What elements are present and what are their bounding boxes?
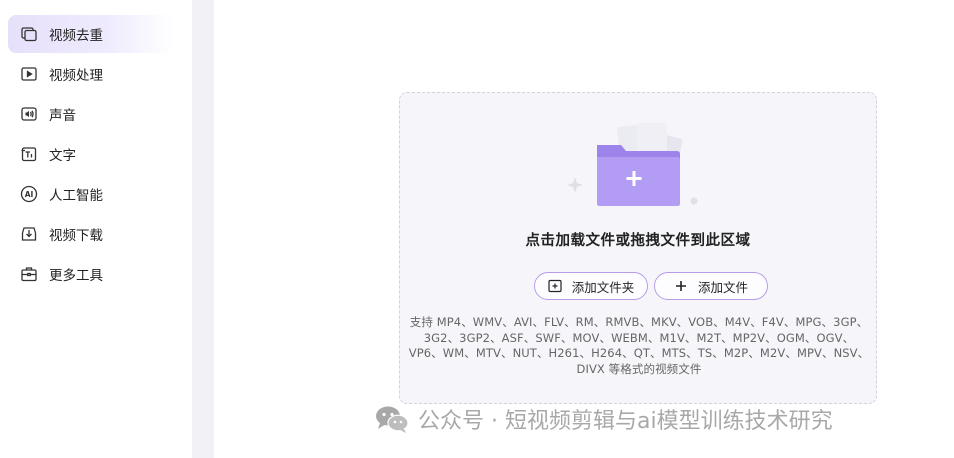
watermark-text: 公众号 · 短视频剪辑与ai模型训练技术研究	[418, 409, 833, 434]
sidebar-item-label: 视频去重	[49, 28, 103, 44]
sidebar-item-video-download[interactable]: 视频下载	[8, 215, 174, 253]
sidebar-item-label: 视频处理	[49, 68, 103, 84]
add-file-button[interactable]: 添加文件	[654, 272, 768, 300]
video-play-icon	[20, 65, 38, 83]
toolbox-icon	[20, 265, 38, 283]
sidebar-item-video-dedup[interactable]: 视频去重	[8, 15, 174, 53]
divider	[192, 0, 214, 458]
file-drop-zone[interactable]: 点击加载文件或拖拽文件到此区域 添加文件夹 添加文件 支持 MP4、WMV、AV…	[399, 92, 877, 404]
sidebar-item-ai[interactable]: AI 人工智能	[8, 175, 174, 213]
sidebar-item-label: 更多工具	[49, 268, 103, 284]
sidebar: 视频去重 视频处理 声音 文字 AI 人工智能 视频下载 更多工具	[0, 0, 192, 458]
add-folder-label: 添加文件夹	[571, 279, 635, 295]
download-icon	[20, 225, 38, 243]
add-folder-icon	[548, 279, 562, 293]
upload-folder-icon[interactable]	[563, 121, 705, 213]
plus-icon	[674, 279, 688, 293]
drop-zone-title: 点击加载文件或拖拽文件到此区域	[525, 233, 751, 249]
watermark: 公众号 · 短视频剪辑与ai模型训练技术研究	[374, 402, 833, 436]
wechat-icon	[374, 405, 410, 433]
add-folder-button[interactable]: 添加文件夹	[534, 272, 648, 300]
video-dedup-icon	[20, 25, 38, 43]
sidebar-item-label: 人工智能	[49, 188, 103, 204]
add-file-label: 添加文件	[697, 279, 748, 295]
sidebar-item-label: 声音	[49, 108, 76, 124]
sidebar-item-label: 视频下载	[49, 228, 103, 244]
text-icon	[20, 145, 38, 163]
ai-icon: AI	[20, 185, 38, 203]
sidebar-item-more-tools[interactable]: 更多工具	[8, 255, 174, 293]
sidebar-item-text[interactable]: 文字	[8, 135, 174, 173]
sidebar-item-audio[interactable]: 声音	[8, 95, 174, 133]
sidebar-item-label: 文字	[49, 148, 76, 164]
svg-text:AI: AI	[25, 190, 34, 199]
sidebar-item-video-process[interactable]: 视频处理	[8, 55, 174, 93]
supported-formats-text: 支持 MP4、WMV、AVI、FLV、RM、RMVB、MKV、VOB、M4V、F…	[408, 315, 870, 376]
audio-icon	[20, 105, 38, 123]
